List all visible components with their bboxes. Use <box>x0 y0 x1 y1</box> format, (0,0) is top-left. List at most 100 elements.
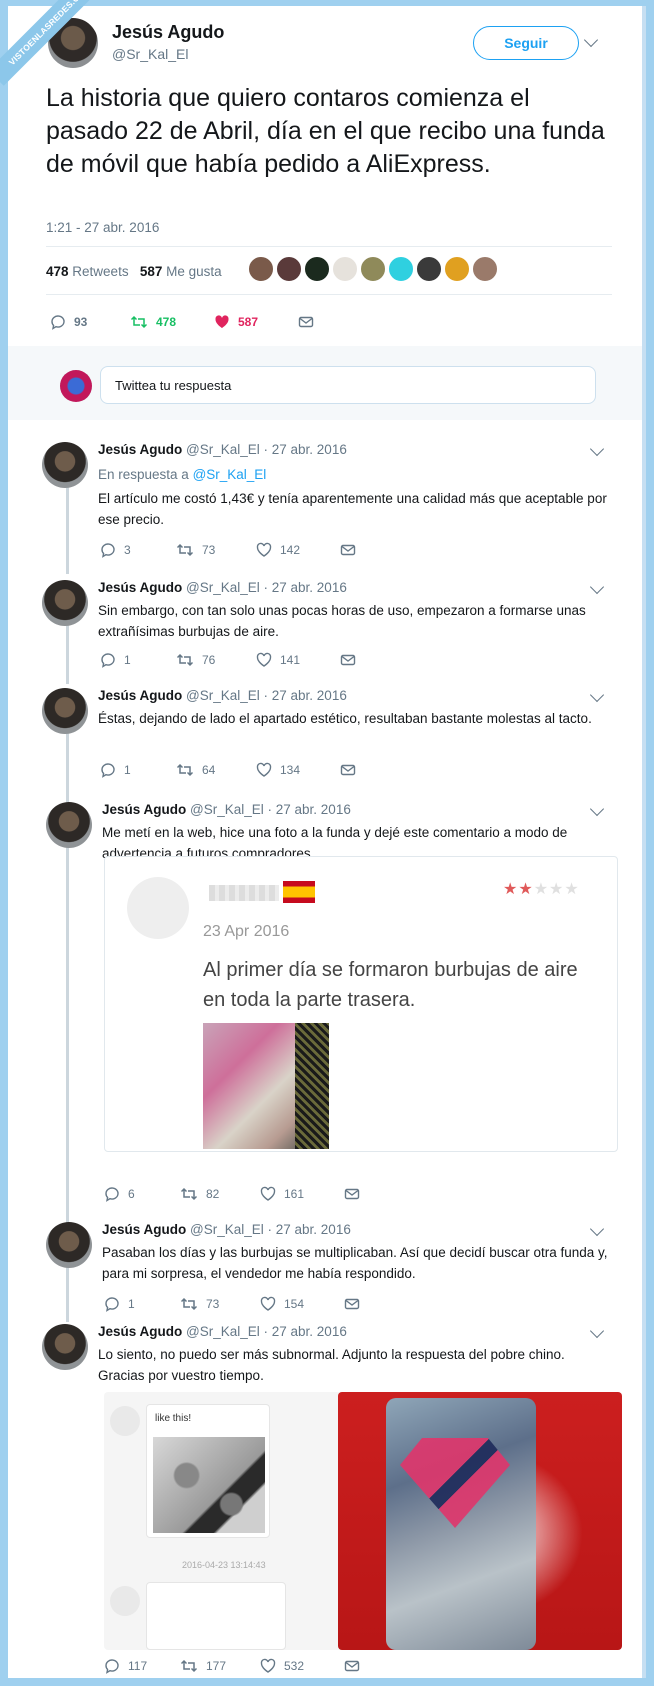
tweet-timestamp[interactable]: 1:21 - 27 abr. 2016 <box>46 220 159 235</box>
like-count: 587 <box>238 315 259 329</box>
reply-to-link[interactable]: @Sr_Kal_El <box>193 467 267 482</box>
liker-avatar[interactable] <box>276 256 302 282</box>
tweet-text: El artículo me costó 1,43€ y tenía apare… <box>98 491 607 527</box>
retweet-icon <box>180 1297 198 1311</box>
direct-message-button[interactable] <box>344 1296 360 1312</box>
tweet-header: Jesús Agudo @Sr_Kal_El · 27 abr. 2016 <box>98 580 347 595</box>
retweet-button[interactable]: 76 <box>176 652 215 668</box>
like-count: 154 <box>284 1297 305 1311</box>
like-button[interactable]: 141 <box>256 652 300 668</box>
direct-message-button[interactable] <box>344 1186 360 1202</box>
chat-bubble-photo <box>153 1437 265 1533</box>
divider <box>46 246 612 247</box>
liker-avatar[interactable] <box>416 256 442 282</box>
tweet-avatar[interactable] <box>46 1222 92 1268</box>
liker-avatar[interactable] <box>332 256 358 282</box>
chat-avatar <box>110 1586 140 1616</box>
reply-input[interactable]: Twittea tu respuesta <box>100 366 596 404</box>
retweet-button[interactable]: 478 <box>130 314 176 330</box>
retweet-icon <box>130 315 148 329</box>
tweet-author-name[interactable]: Jesús Agudo <box>98 1324 182 1339</box>
more-options-chevron-icon[interactable] <box>589 1323 605 1339</box>
like-button[interactable]: 161 <box>260 1186 304 1202</box>
reply-button[interactable]: 93 <box>50 314 87 330</box>
divider <box>46 294 612 295</box>
likes-label[interactable]: Me gusta <box>166 264 222 279</box>
tweet-meta[interactable]: @Sr_Kal_El · 27 abr. 2016 <box>190 802 351 817</box>
retweet-button[interactable]: 73 <box>180 1296 219 1312</box>
retweet-button[interactable]: 82 <box>180 1186 219 1202</box>
reply-button[interactable]: 3 <box>100 542 131 558</box>
like-count: 134 <box>280 763 301 777</box>
tweet-header: Jesús Agudo @Sr_Kal_El · 27 abr. 2016 <box>98 442 347 457</box>
tweet-meta[interactable]: @Sr_Kal_El · 27 abr. 2016 <box>186 442 347 457</box>
direct-message-button[interactable] <box>298 314 314 330</box>
more-options-chevron-icon[interactable] <box>589 1221 605 1237</box>
reply-button[interactable]: 1 <box>100 652 131 668</box>
reply-count: 1 <box>124 763 131 777</box>
liker-avatar[interactable] <box>472 256 498 282</box>
like-button[interactable]: 142 <box>256 542 300 558</box>
like-button[interactable]: 532 <box>260 1658 304 1674</box>
direct-message-button[interactable] <box>340 762 356 778</box>
liker-avatar[interactable] <box>248 256 274 282</box>
retweets-label[interactable]: Retweets <box>72 264 128 279</box>
reply-count: 1 <box>124 653 131 667</box>
likes-count[interactable]: 587 <box>140 264 163 279</box>
direct-message-button[interactable] <box>340 652 356 668</box>
tweet-meta[interactable]: @Sr_Kal_El · 27 abr. 2016 <box>190 1222 351 1237</box>
liker-avatar[interactable] <box>444 256 470 282</box>
tweet-author-name[interactable]: Jesús Agudo <box>98 688 182 703</box>
tweet-meta[interactable]: @Sr_Kal_El · 27 abr. 2016 <box>186 580 347 595</box>
retweets-count[interactable]: 478 <box>46 264 69 279</box>
envelope-icon <box>344 1660 360 1672</box>
retweet-button[interactable]: 177 <box>180 1658 226 1674</box>
retweet-button[interactable]: 73 <box>176 542 215 558</box>
like-button[interactable]: 587 <box>214 314 258 330</box>
follow-button[interactable]: Seguir <box>473 26 579 60</box>
tweet-avatar[interactable] <box>42 688 88 734</box>
reply-button[interactable]: 1 <box>100 762 131 778</box>
retweet-button[interactable]: 64 <box>176 762 215 778</box>
tweet-avatar[interactable] <box>42 1324 88 1370</box>
tweet-meta[interactable]: @Sr_Kal_El · 27 abr. 2016 <box>186 1324 347 1339</box>
tweet-avatar[interactable] <box>46 802 92 848</box>
tweet-meta[interactable]: @Sr_Kal_El · 27 abr. 2016 <box>186 688 347 703</box>
reply-button[interactable]: 1 <box>104 1296 135 1312</box>
more-options-chevron-icon[interactable] <box>589 801 605 817</box>
heart-icon <box>260 1658 276 1673</box>
direct-message-button[interactable] <box>344 1658 360 1674</box>
liker-avatar[interactable] <box>304 256 330 282</box>
more-options-chevron-icon[interactable] <box>583 32 599 48</box>
retweet-count: 64 <box>202 763 216 777</box>
more-options-chevron-icon[interactable] <box>589 579 605 595</box>
reply-icon <box>105 1297 119 1312</box>
tweet-media[interactable]: like this! 2016-04-23 13:14:43 <box>104 1392 622 1650</box>
reply-icon <box>101 543 115 558</box>
tweet-avatar[interactable] <box>42 580 88 626</box>
like-button[interactable]: 154 <box>260 1296 304 1312</box>
tweet-author-name[interactable]: Jesús Agudo <box>98 580 182 595</box>
phone-case-photo[interactable] <box>338 1392 622 1650</box>
liker-avatar[interactable] <box>388 256 414 282</box>
tweet-card: VISTOENLASREDES.COM Jesús Agudo @Sr_Kal_… <box>0 0 642 1678</box>
tweet-author-name[interactable]: Jesús Agudo <box>98 442 182 457</box>
like-button[interactable]: 134 <box>256 762 300 778</box>
tweet-author-name[interactable]: Jesús Agudo <box>102 1222 186 1237</box>
tweet-author-name[interactable]: Jesús Agudo <box>102 802 186 817</box>
author-handle[interactable]: @Sr_Kal_El <box>112 46 188 62</box>
direct-message-button[interactable] <box>340 542 356 558</box>
more-options-chevron-icon[interactable] <box>589 441 605 457</box>
reply-button[interactable]: 6 <box>104 1186 135 1202</box>
current-user-avatar <box>60 370 92 402</box>
tweet-avatar[interactable] <box>42 442 88 488</box>
liker-avatar[interactable] <box>360 256 386 282</box>
tweet-header: Jesús Agudo @Sr_Kal_El · 27 abr. 2016 <box>98 688 347 703</box>
seller-chat-screenshot[interactable]: like this! 2016-04-23 13:14:43 <box>104 1392 354 1650</box>
author-name[interactable]: Jesús Agudo <box>112 22 224 43</box>
reply-button[interactable]: 117 <box>104 1658 147 1674</box>
review-screenshot[interactable]: ★★★★★ 23 Apr 2016 Al primer día se forma… <box>104 856 618 1152</box>
reply-count: 3 <box>124 543 131 557</box>
reply-icon <box>105 1659 119 1674</box>
more-options-chevron-icon[interactable] <box>589 687 605 703</box>
